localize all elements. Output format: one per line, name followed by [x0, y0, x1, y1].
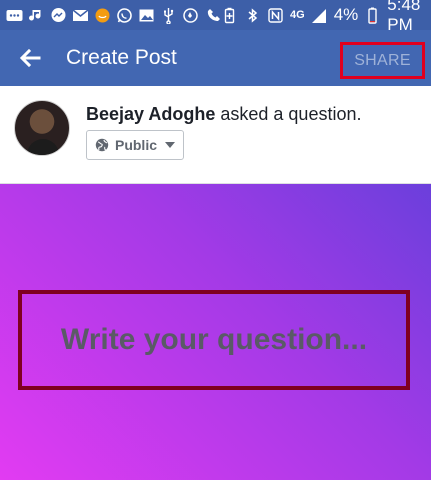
image-icon — [138, 7, 155, 24]
bottom-strip — [0, 480, 431, 488]
post-author-header: Beejay Adoghe asked a question. Public — [0, 86, 431, 184]
battery-icon — [364, 7, 381, 24]
signal-icon — [311, 7, 328, 24]
music-icon — [28, 7, 45, 24]
author-action: asked a question. — [215, 104, 362, 124]
status-bar: 4G 4% 5:48 PM — [0, 0, 431, 34]
whatsapp-icon — [116, 7, 133, 24]
audience-label: Public — [114, 137, 157, 153]
usb-icon — [160, 7, 177, 24]
avatar-silhouette — [27, 139, 59, 155]
messenger-icon — [50, 7, 67, 24]
orange-app-icon — [94, 7, 111, 24]
network-type-label: 4G — [290, 9, 305, 21]
globe-icon — [95, 138, 109, 152]
more-notifications-icon — [6, 7, 23, 24]
question-background-canvas[interactable]: Write your question... — [0, 184, 431, 480]
caret-down-icon — [165, 142, 175, 148]
bluetooth-icon — [244, 7, 261, 24]
avatar[interactable] — [14, 100, 70, 156]
question-placeholder: Write your question... — [60, 323, 368, 356]
sync-icon — [182, 7, 199, 24]
back-arrow-icon — [19, 48, 41, 68]
gmail-icon — [72, 7, 89, 24]
audience-selector[interactable]: Public — [86, 130, 184, 160]
page-title: Create Post — [66, 46, 177, 69]
share-button[interactable]: SHARE — [340, 42, 425, 79]
question-input[interactable]: Write your question... — [18, 290, 410, 390]
app-bar: Create Post SHARE — [0, 30, 431, 86]
phone-vibrate-icon — [204, 7, 221, 24]
nfc-icon — [267, 7, 284, 24]
back-button[interactable] — [0, 30, 60, 86]
author-name[interactable]: Beejay Adoghe — [86, 104, 215, 124]
author-line: Beejay Adoghe asked a question. — [86, 104, 361, 125]
battery-percentage: 4% — [333, 5, 359, 24]
battery-saver-icon — [221, 7, 238, 24]
notification-icons — [6, 7, 221, 24]
